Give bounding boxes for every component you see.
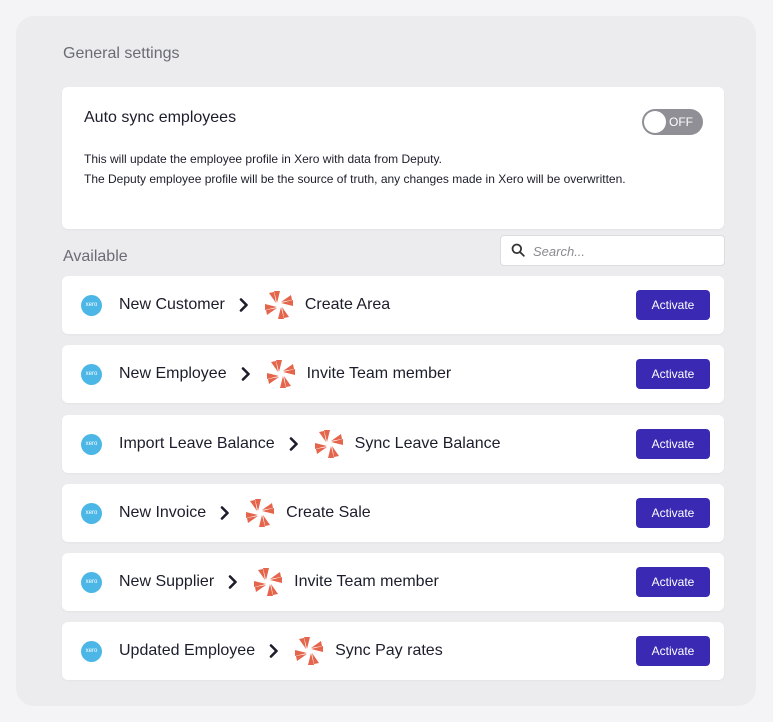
deputy-icon [254, 568, 283, 596]
integration-row-6: xero Updated Employee Sync Pay rates Act… [62, 622, 724, 680]
auto-sync-toggle[interactable]: OFF [642, 109, 703, 135]
integration-flow: xero Import Leave Balance Sync Leave Bal… [81, 415, 501, 473]
xero-icon-text: xero [85, 648, 98, 654]
trigger-label: Updated Employee [119, 642, 256, 659]
toggle-state-label: OFF [669, 115, 693, 129]
xero-icon: xero [81, 571, 102, 593]
xero-icon-text: xero [85, 579, 98, 585]
xero-icon: xero [81, 502, 102, 524]
available-heading: Available [63, 248, 128, 265]
trigger-label: Import Leave Balance [119, 435, 275, 452]
xero-icon: xero [81, 363, 102, 385]
xero-icon-text: xero [85, 510, 98, 516]
xero-icon-text: xero [85, 441, 98, 447]
chevron-right-icon [228, 575, 237, 589]
description-line-1: This will update the employee profile in… [84, 152, 442, 166]
integration-flow: xero New Invoice Create Sale [81, 484, 371, 542]
xero-icon: xero [81, 433, 102, 455]
integration-flow: xero New Employee Invite Team member [81, 345, 451, 403]
search-box[interactable] [500, 235, 725, 266]
action-label: Invite Team member [306, 365, 452, 382]
trigger-label: New Employee [119, 365, 227, 382]
search-input[interactable] [531, 240, 715, 262]
activate-button[interactable]: Activate [636, 290, 710, 320]
action-label: Sync Leave Balance [354, 435, 501, 452]
auto-sync-card: Auto sync employees OFF This will update… [62, 87, 724, 229]
xero-icon: xero [81, 640, 102, 662]
trigger-label: New Customer [119, 296, 225, 313]
activate-button[interactable]: Activate [636, 498, 710, 528]
description-line-2: The Deputy employee profile will be the … [84, 172, 626, 186]
integration-row-4: xero New Invoice Create Sale Activate [62, 484, 724, 542]
action-label: Invite Team member [294, 573, 439, 590]
integrations-panel: General settings Auto sync employees OFF… [16, 16, 756, 706]
deputy-icon [246, 499, 275, 527]
integration-flow: xero New Customer Create Area [81, 276, 390, 334]
chevron-right-icon [220, 506, 229, 520]
auto-sync-description: This will update the employee profile in… [84, 149, 644, 189]
xero-icon-text: xero [85, 302, 98, 308]
chevron-right-icon [241, 367, 250, 381]
toggle-knob [644, 111, 666, 133]
integration-row-3: xero Import Leave Balance Sync Leave Bal… [62, 415, 724, 473]
chevron-right-icon [239, 298, 248, 312]
xero-icon: xero [81, 294, 102, 316]
deputy-icon [264, 291, 293, 319]
chevron-right-icon [269, 644, 278, 658]
integration-flow: xero Updated Employee Sync Pay rates [81, 622, 443, 680]
activate-button[interactable]: Activate [636, 429, 710, 459]
action-label: Sync Pay rates [335, 642, 443, 659]
activate-button[interactable]: Activate [636, 636, 710, 666]
activate-button[interactable]: Activate [636, 359, 710, 389]
general-settings-heading: General settings [63, 45, 180, 62]
integration-row-5: xero New Supplier Invite Team member Act… [62, 553, 724, 611]
trigger-label: New Supplier [119, 573, 215, 590]
integration-row-1: xero New Customer Create Area Activate [62, 276, 724, 334]
deputy-icon [295, 637, 324, 665]
integration-row-2: xero New Employee Invite Team member Act… [62, 345, 724, 403]
search-icon [511, 243, 525, 257]
action-label: Create Area [304, 296, 391, 313]
trigger-label: New Invoice [119, 504, 207, 521]
chevron-right-icon [289, 437, 298, 451]
xero-icon-text: xero [85, 371, 98, 377]
deputy-icon [314, 430, 343, 458]
activate-button[interactable]: Activate [636, 567, 710, 597]
action-label: Create Sale [286, 504, 371, 521]
auto-sync-title: Auto sync employees [84, 109, 237, 126]
integration-flow: xero New Supplier Invite Team member [81, 553, 439, 611]
deputy-icon [266, 360, 295, 388]
